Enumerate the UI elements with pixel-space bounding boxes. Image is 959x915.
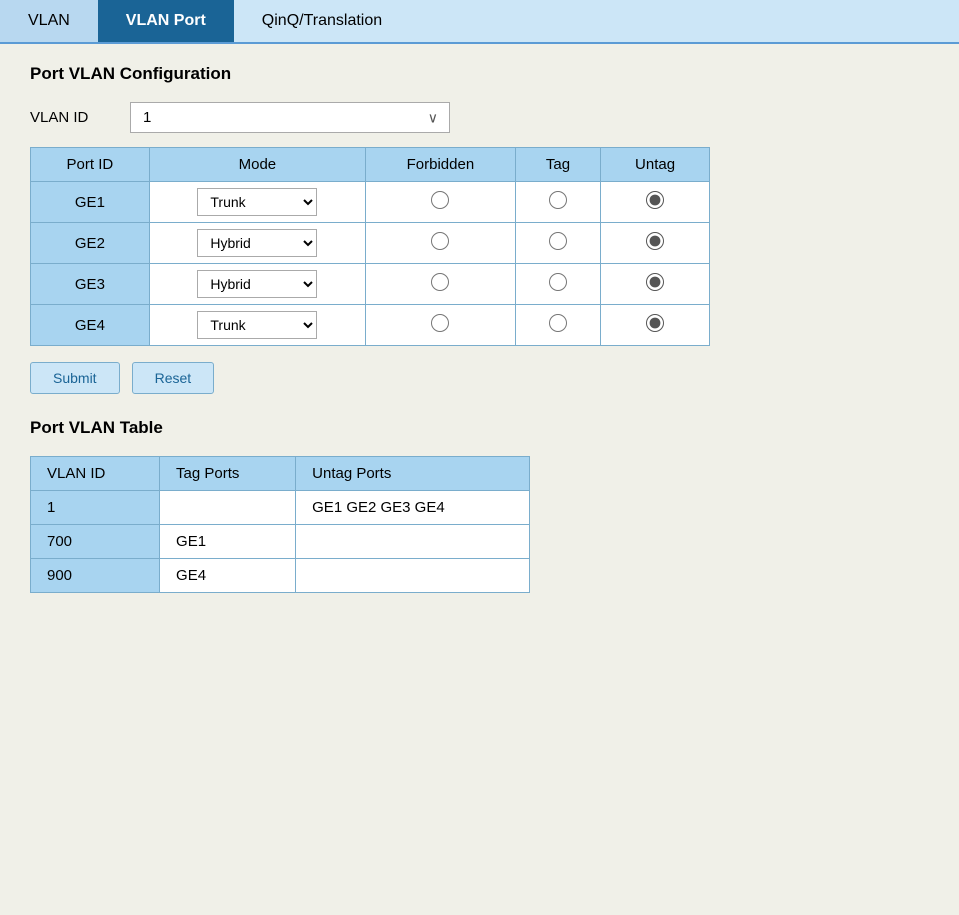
mode-select-ge3[interactable]: AccessTrunkHybrid	[197, 270, 317, 298]
button-row: Submit Reset	[30, 362, 929, 394]
radio-untag-ge1[interactable]	[646, 191, 664, 209]
config-row-tag-ge1	[515, 182, 600, 223]
config-row-tag-ge4	[515, 305, 600, 346]
config-row-tag-ge3	[515, 264, 600, 305]
vlan-table-tag-ports: GE1	[160, 525, 296, 559]
config-row-port-ge4: GE4	[31, 305, 150, 346]
config-row-mode-ge4: AccessTrunkHybrid	[149, 305, 365, 346]
col-header-mode: Mode	[149, 148, 365, 182]
radio-untag-ge4[interactable]	[646, 314, 664, 332]
config-section-title: Port VLAN Configuration	[30, 64, 929, 84]
radio-forbidden-ge3[interactable]	[431, 273, 449, 291]
config-row-tag-ge2	[515, 223, 600, 264]
vlan-table: VLAN ID Tag Ports Untag Ports 1 GE1 GE2 G…	[30, 456, 530, 593]
vlan-table-vlan-id: 700	[31, 525, 160, 559]
config-table: Port ID Mode Forbidden Tag Untag GE1 Acce…	[30, 147, 710, 346]
mode-select-ge4[interactable]: AccessTrunkHybrid	[197, 311, 317, 339]
col-header-untag: Untag	[601, 148, 710, 182]
config-row-mode-ge1: AccessTrunkHybrid	[149, 182, 365, 223]
vlan-table-col-tag-ports: Tag Ports	[160, 457, 296, 491]
radio-untag-ge2[interactable]	[646, 232, 664, 250]
config-row-forbidden-ge4	[365, 305, 515, 346]
vlan-table-vlan-id: 900	[31, 559, 160, 593]
vlan-table-untag-ports	[296, 525, 530, 559]
radio-tag-ge4[interactable]	[549, 314, 567, 332]
vlan-table-col-vlan-id: VLAN ID	[31, 457, 160, 491]
config-row-forbidden-ge2	[365, 223, 515, 264]
vlan-table-untag-ports	[296, 559, 530, 593]
reset-button[interactable]: Reset	[132, 362, 215, 394]
radio-untag-ge3[interactable]	[646, 273, 664, 291]
vlan-table-untag-ports: GE1 GE2 GE3 GE4	[296, 491, 530, 525]
main-content: Port VLAN Configuration VLAN ID 1 700 90…	[0, 44, 959, 613]
vlan-table-tag-ports: GE4	[160, 559, 296, 593]
radio-tag-ge1[interactable]	[549, 191, 567, 209]
vlan-table-col-untag-ports: Untag Ports	[296, 457, 530, 491]
mode-select-ge2[interactable]: AccessTrunkHybrid	[197, 229, 317, 257]
config-row-mode-ge2: AccessTrunkHybrid	[149, 223, 365, 264]
config-row-untag-ge1	[601, 182, 710, 223]
mode-select-ge1[interactable]: AccessTrunkHybrid	[197, 188, 317, 216]
vlan-id-select[interactable]: 1 700 900	[130, 102, 450, 133]
config-row-forbidden-ge3	[365, 264, 515, 305]
col-header-tag: Tag	[515, 148, 600, 182]
config-row-forbidden-ge1	[365, 182, 515, 223]
config-row-mode-ge3: AccessTrunkHybrid	[149, 264, 365, 305]
submit-button[interactable]: Submit	[30, 362, 120, 394]
tab-vlan[interactable]: VLAN	[0, 0, 98, 42]
config-row-port-ge2: GE2	[31, 223, 150, 264]
vlan-table-tag-ports	[160, 491, 296, 525]
config-row-port-ge1: GE1	[31, 182, 150, 223]
vlan-id-row: VLAN ID 1 700 900	[30, 102, 929, 133]
config-row-untag-ge4	[601, 305, 710, 346]
table-section-title: Port VLAN Table	[30, 418, 929, 438]
radio-tag-ge2[interactable]	[549, 232, 567, 250]
config-row-untag-ge3	[601, 264, 710, 305]
config-row-port-ge3: GE3	[31, 264, 150, 305]
tab-qinq[interactable]: QinQ/Translation	[234, 0, 410, 42]
radio-forbidden-ge2[interactable]	[431, 232, 449, 250]
radio-forbidden-ge1[interactable]	[431, 191, 449, 209]
col-header-forbidden: Forbidden	[365, 148, 515, 182]
col-header-port-id: Port ID	[31, 148, 150, 182]
config-row-untag-ge2	[601, 223, 710, 264]
vlan-id-select-wrapper: 1 700 900	[130, 102, 450, 133]
vlan-id-label: VLAN ID	[30, 109, 110, 126]
radio-tag-ge3[interactable]	[549, 273, 567, 291]
radio-forbidden-ge4[interactable]	[431, 314, 449, 332]
tab-vlan-port[interactable]: VLAN Port	[98, 0, 234, 42]
vlan-table-vlan-id: 1	[31, 491, 160, 525]
tab-bar: VLAN VLAN Port QinQ/Translation	[0, 0, 959, 44]
